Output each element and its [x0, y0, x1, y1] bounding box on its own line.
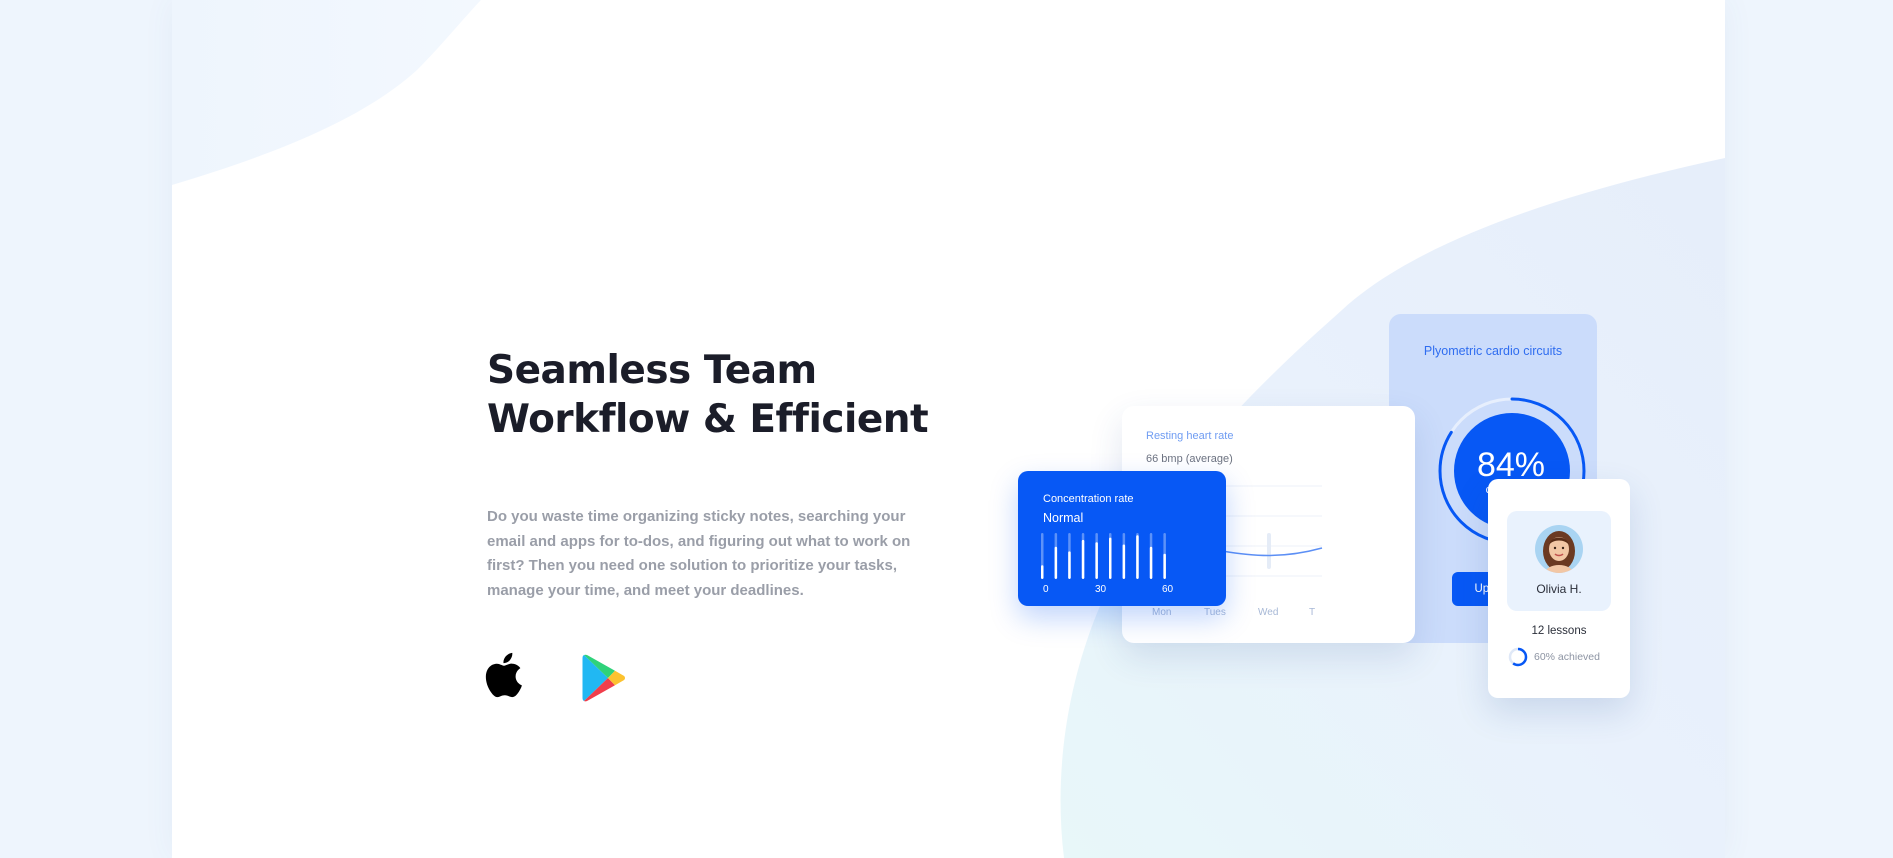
concentration-bar — [1095, 542, 1098, 579]
profile-header: Olivia H. — [1507, 511, 1611, 611]
profile-lessons: 12 lessons — [1531, 625, 1587, 637]
progress-percent: 84% — [1476, 446, 1546, 484]
concentration-bars — [1041, 533, 1166, 579]
concentration-title: Concentration rate — [1043, 493, 1134, 505]
concentration-bar — [1054, 546, 1058, 579]
concentration-bar — [1163, 553, 1166, 579]
profile-card: Olivia H. 12 lessons 60% achieved — [1488, 479, 1630, 698]
heart-day-label: Mon — [1152, 607, 1172, 618]
concentration-bar — [1068, 551, 1071, 579]
concentration-bar — [1081, 539, 1085, 579]
landing-section: Seamless Team Workflow & Efficient Do yo… — [172, 0, 1725, 858]
profile-achieved: 60% achieved — [1534, 651, 1600, 663]
concentration-tick: 30 — [1095, 584, 1107, 595]
concentration-bar — [1122, 544, 1126, 579]
app-store-button[interactable] — [485, 650, 529, 700]
heart-rate-average: 66 bmp (average) — [1146, 453, 1233, 465]
concentration-tick: 0 — [1043, 584, 1049, 595]
concentration-card: Concentration rate Normal 0 30 60 — [1018, 471, 1226, 606]
avatar — [1535, 525, 1583, 573]
heart-rate-title: Resting heart rate — [1146, 430, 1234, 442]
google-play-button[interactable] — [582, 654, 627, 702]
hero-description: Do you waste time organizing sticky note… — [487, 508, 911, 599]
concentration-bar — [1041, 565, 1044, 579]
concentration-bar — [1136, 535, 1139, 579]
heart-day-label: Tues — [1204, 607, 1226, 618]
concentration-tick: 60 — [1162, 584, 1174, 595]
profile-name: Olivia H. — [1536, 582, 1582, 596]
concentration-status: Normal — [1043, 511, 1084, 525]
heart-day-label: T — [1309, 607, 1316, 618]
hero-title: Seamless Team Workflow & Efficient — [487, 346, 1007, 444]
apple-icon — [485, 652, 522, 698]
concentration-bar — [1109, 537, 1112, 579]
achievement-ring — [1508, 647, 1528, 667]
plyometric-title: Plyometric cardio circuits — [1423, 344, 1563, 358]
hero-title-line-2: Workflow & Efficient — [487, 397, 929, 442]
heart-day-label: Wed — [1258, 607, 1279, 618]
google-play-icon — [582, 654, 625, 702]
hero-title-line-1: Seamless Team — [487, 348, 817, 393]
concentration-bar — [1149, 546, 1153, 579]
